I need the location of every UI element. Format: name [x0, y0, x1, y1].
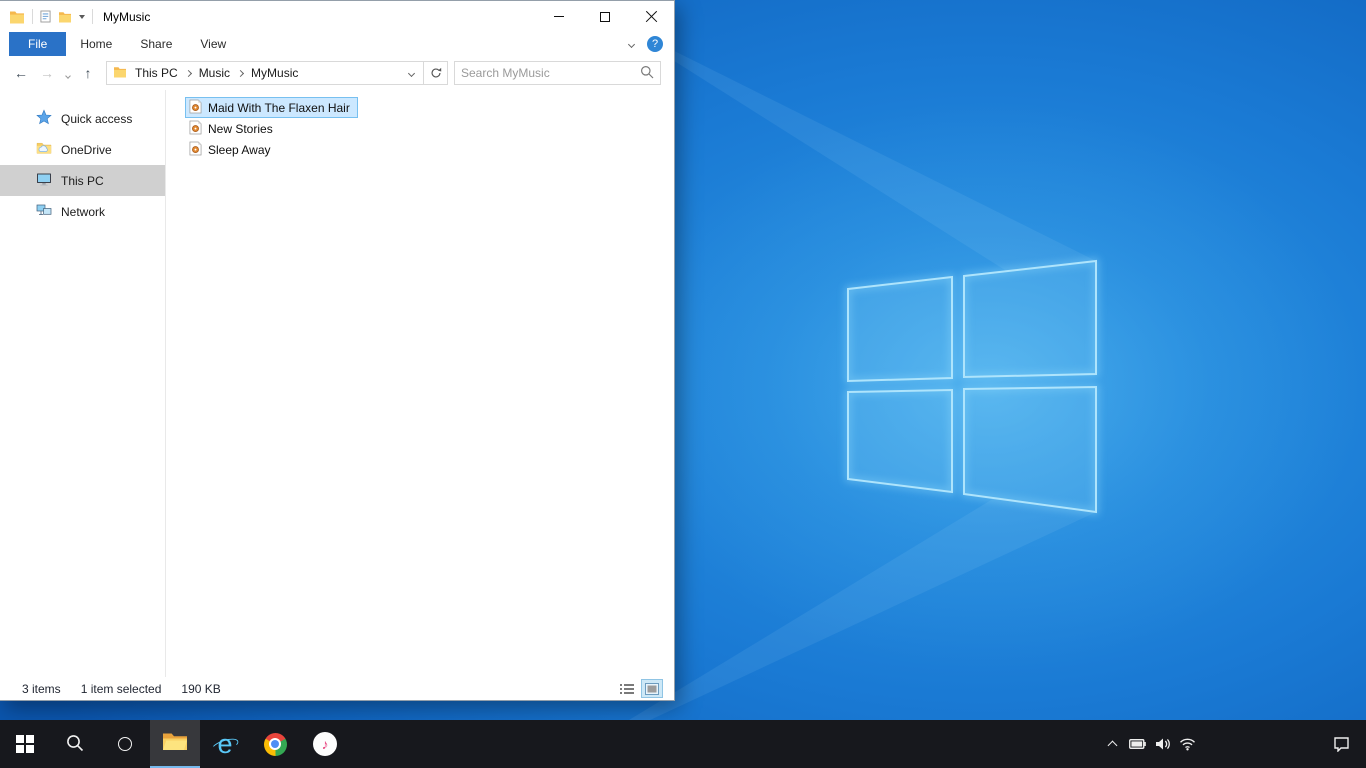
search-icon[interactable]	[640, 65, 654, 82]
taskbar: e ♪	[0, 720, 1366, 768]
file-explorer-window: MyMusic File Home Share View ? ← → ↑ Thi…	[0, 0, 675, 701]
refresh-button[interactable]	[424, 61, 448, 85]
desktop: MyMusic File Home Share View ? ← → ↑ Thi…	[0, 0, 1366, 768]
file-item-maid-with-the-flaxen-hair[interactable]: Maid With The Flaxen Hair	[185, 97, 358, 118]
breadcrumb-chevron-icon[interactable]	[236, 69, 245, 77]
cortana-button[interactable]	[100, 720, 150, 768]
start-button[interactable]	[0, 720, 50, 768]
address-dropdown-chevron-icon[interactable]	[405, 69, 418, 77]
taskbar-itunes-button[interactable]: ♪	[300, 720, 350, 768]
sidebar-item-this-pc[interactable]: This PC	[0, 165, 165, 196]
recent-locations-chevron-icon[interactable]	[60, 66, 75, 80]
qat-customize-chevron-icon[interactable]	[79, 14, 85, 19]
battery-button[interactable]	[1125, 720, 1150, 768]
taskbar-internet-explorer-button[interactable]: e	[200, 720, 250, 768]
help-button[interactable]: ?	[647, 36, 663, 52]
windows-logo-icon	[16, 735, 34, 753]
file-item-new-stories[interactable]: New Stories	[185, 118, 281, 139]
tab-file[interactable]: File	[9, 32, 67, 56]
search-box	[454, 61, 661, 85]
close-icon	[645, 10, 658, 23]
sidebar-item-quick-access[interactable]: Quick access	[0, 103, 165, 134]
window-controls	[536, 1, 674, 32]
maximize-icon	[600, 11, 610, 22]
wifi-icon	[1180, 738, 1195, 751]
file-name: New Stories	[208, 121, 273, 136]
back-button[interactable]: ←	[8, 66, 34, 80]
qat-properties-button[interactable]	[40, 10, 51, 23]
breadcrumb-music[interactable]: Music	[197, 66, 232, 80]
network-icon	[36, 202, 52, 221]
titlebar-separator	[32, 9, 33, 24]
taskbar-chrome-button[interactable]	[250, 720, 300, 768]
view-toggle-buttons	[617, 679, 663, 698]
window-body: Quick access OneDrive This PC Network Ma…	[0, 90, 674, 677]
minimize-icon	[554, 16, 564, 17]
volume-button[interactable]	[1150, 720, 1175, 768]
tab-share[interactable]: Share	[126, 32, 186, 56]
file-name: Maid With The Flaxen Hair	[208, 100, 350, 115]
sidebar-item-label: This PC	[61, 173, 104, 188]
sidebar-item-network[interactable]: Network	[0, 196, 165, 227]
chevron-up-icon	[1107, 740, 1118, 751]
titlebar-separator	[92, 9, 93, 24]
selection-size: 190 KB	[181, 681, 221, 696]
taskbar-search-button[interactable]	[50, 720, 100, 768]
breadcrumb-mymusic[interactable]: MyMusic	[249, 66, 300, 80]
network-wifi-button[interactable]	[1175, 720, 1200, 768]
music-file-icon	[189, 99, 202, 117]
file-name: Sleep Away	[208, 142, 271, 157]
expand-ribbon-chevron-icon[interactable]	[627, 40, 636, 48]
file-list: Maid With The Flaxen Hair New Stories Sl…	[166, 90, 674, 677]
sidebar-item-onedrive[interactable]: OneDrive	[0, 134, 165, 165]
cortana-icon	[118, 737, 132, 751]
forward-button[interactable]: →	[34, 66, 60, 80]
navigation-pane: Quick access OneDrive This PC Network	[0, 90, 166, 677]
hidden-icons-button[interactable]	[1100, 720, 1125, 768]
sidebar-item-label: OneDrive	[61, 142, 112, 157]
ribbon-tab-bar: File Home Share View ?	[0, 32, 674, 56]
large-icons-view-button[interactable]	[641, 679, 663, 698]
address-toolbar: ← → ↑ This PC Music MyMusic	[0, 56, 674, 90]
music-file-icon	[189, 120, 202, 138]
sidebar-item-label: Quick access	[61, 111, 133, 126]
volume-icon	[1155, 738, 1170, 750]
close-button[interactable]	[628, 1, 674, 32]
address-bar[interactable]: This PC Music MyMusic	[106, 61, 424, 85]
music-file-icon	[189, 141, 202, 159]
taskbar-file-explorer-button[interactable]	[150, 720, 200, 768]
sidebar-item-label: Network	[61, 204, 106, 219]
tab-home[interactable]: Home	[66, 32, 126, 56]
window-title: MyMusic	[103, 9, 151, 24]
onedrive-folder-icon	[36, 140, 52, 159]
qat-new-folder-button[interactable]	[58, 11, 72, 23]
tab-view[interactable]: View	[186, 32, 240, 56]
search-icon	[66, 734, 84, 755]
action-center-button[interactable]	[1318, 720, 1364, 768]
internet-explorer-icon: e	[209, 730, 241, 758]
maximize-button[interactable]	[582, 1, 628, 32]
status-bar: 3 items 1 item selected 190 KB	[0, 677, 674, 700]
battery-icon	[1129, 739, 1146, 749]
breadcrumb-this-pc[interactable]: This PC	[133, 66, 180, 80]
up-button[interactable]: ↑	[75, 66, 101, 80]
system-tray	[1100, 720, 1366, 768]
quick-access-star-icon	[36, 109, 52, 128]
address-folder-icon	[113, 66, 127, 81]
item-count: 3 items	[22, 681, 61, 696]
explorer-system-folder-icon[interactable]	[9, 10, 25, 24]
computer-icon	[36, 171, 52, 190]
action-center-icon	[1333, 737, 1349, 752]
tray-spacer	[1200, 720, 1318, 768]
file-explorer-icon	[162, 731, 188, 755]
chrome-icon	[263, 732, 287, 756]
file-item-sleep-away[interactable]: Sleep Away	[185, 139, 279, 160]
itunes-icon: ♪	[313, 732, 337, 756]
selection-count: 1 item selected	[80, 681, 162, 696]
details-view-button[interactable]	[617, 680, 637, 697]
title-bar: MyMusic	[0, 1, 674, 32]
search-input[interactable]	[461, 66, 640, 80]
minimize-button[interactable]	[536, 1, 582, 32]
breadcrumb-chevron-icon[interactable]	[184, 69, 192, 77]
